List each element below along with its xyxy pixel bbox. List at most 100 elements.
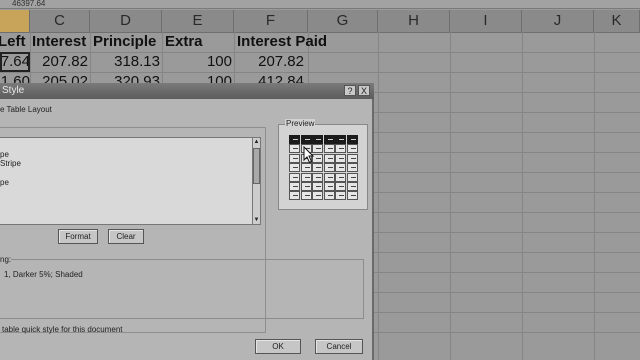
- formula-value: 46397.64: [12, 0, 46, 8]
- preview-cell: [347, 191, 358, 201]
- preview-cell: [335, 163, 347, 173]
- table-element-list[interactable]: pe Stripe pe: [0, 137, 253, 225]
- preview-cell-text: [316, 195, 322, 197]
- header-cell-extra[interactable]: Extra: [165, 32, 235, 52]
- preview-cell-text: [316, 167, 322, 169]
- column-header-e[interactable]: E: [162, 10, 234, 32]
- preview-cell-text: [351, 186, 356, 187]
- preview-cell-text: [293, 167, 298, 169]
- preview-cell: [335, 172, 347, 182]
- preview-cell-text: [293, 176, 298, 178]
- column-header-d[interactable]: D: [90, 10, 162, 32]
- column-header-j[interactable]: J: [522, 10, 594, 32]
- formula-bar[interactable]: 46397.64: [0, 0, 640, 9]
- preview-cell-text: [316, 139, 322, 140]
- preview-cell-text: [316, 176, 322, 178]
- scroll-up-arrow-icon[interactable]: ▲: [253, 138, 260, 146]
- cancel-button[interactable]: Cancel: [315, 339, 363, 354]
- preview-table: [289, 135, 359, 201]
- preview-cell: [300, 182, 312, 191]
- preview-cell-text: [327, 139, 333, 140]
- preview-cell: [323, 182, 335, 191]
- preview-cell: [335, 153, 347, 163]
- preview-cell-text: [304, 139, 310, 140]
- header-cell-principle[interactable]: Principle: [93, 32, 165, 52]
- preview-cell: [347, 182, 358, 191]
- preview-cell: [312, 163, 324, 173]
- preview-cell: [300, 191, 312, 201]
- mouse-pointer-icon: [303, 146, 315, 164]
- scroll-down-arrow-icon[interactable]: ▼: [253, 216, 260, 224]
- preview-cell: [289, 144, 300, 154]
- preview-cell-text: [339, 186, 345, 187]
- preview-cell: [289, 182, 300, 191]
- description-text: 1, Darker 5%; Shaded: [4, 270, 83, 279]
- preview-cell: [323, 172, 335, 182]
- preview-header-cell: [347, 135, 358, 144]
- clear-button[interactable]: Clear: [108, 229, 144, 244]
- cell-principle-1[interactable]: 318.13: [90, 52, 160, 72]
- help-button[interactable]: ?: [344, 85, 356, 96]
- close-button[interactable]: X: [358, 85, 370, 96]
- preview-cell: [335, 182, 347, 191]
- preview-cell: [335, 144, 347, 154]
- preview-cell-text: [304, 176, 310, 178]
- preview-cell-text: [339, 148, 345, 150]
- grid-line: [522, 32, 523, 360]
- column-header-h[interactable]: H: [378, 10, 450, 32]
- header-cell-interest[interactable]: Interest: [32, 32, 92, 52]
- list-scrollbar[interactable]: ▲ ▼: [252, 137, 261, 225]
- format-button[interactable]: Format: [58, 229, 98, 244]
- grid-line: [594, 32, 595, 360]
- grid-line: [450, 32, 451, 360]
- preview-cell: [312, 172, 324, 182]
- column-header-c[interactable]: C: [30, 10, 90, 32]
- preview-cell-text: [293, 148, 298, 150]
- preview-cell: [300, 163, 312, 173]
- list-item[interactable]: Stripe: [0, 159, 21, 168]
- preview-cell-text: [327, 176, 333, 178]
- list-item[interactable]: pe: [0, 178, 9, 187]
- preview-cell-text: [351, 167, 356, 169]
- column-header-g[interactable]: G: [308, 10, 378, 32]
- preview-cell-text: [304, 167, 310, 169]
- column-header-b[interactable]: [0, 10, 30, 32]
- preview-cell-text: [339, 195, 345, 197]
- description-box: ng: 1, Darker 5%; Shaded: [0, 255, 364, 319]
- preview-group: Preview: [278, 119, 368, 210]
- preview-cell-text: [304, 186, 310, 187]
- preview-cell-text: [351, 157, 356, 159]
- preview-cell-text: [327, 148, 333, 150]
- preview-cell-text: [293, 139, 298, 140]
- preview-cell: [347, 172, 358, 182]
- preview-cell: [335, 191, 347, 201]
- preview-cell: [289, 163, 300, 173]
- dialog-titlebar[interactable]: Style ? X: [0, 83, 374, 99]
- preview-cell-text: [339, 139, 345, 140]
- ok-button[interactable]: OK: [255, 339, 301, 354]
- cell-interest-1[interactable]: 207.82: [30, 52, 88, 72]
- preview-cell: [312, 182, 324, 191]
- preview-cell: [323, 163, 335, 173]
- preview-cell: [289, 172, 300, 182]
- column-header-f[interactable]: F: [234, 10, 308, 32]
- preview-header-cell: [312, 135, 324, 144]
- header-cell-left[interactable]: Left: [0, 32, 30, 52]
- set-default-checkbox-label[interactable]: table quick style for this document: [2, 325, 123, 334]
- header-cell-interest-paid[interactable]: Interest Paid: [237, 32, 337, 52]
- cell-interest-paid-1[interactable]: 207.82: [234, 52, 304, 72]
- preview-cell-text: [327, 157, 333, 159]
- preview-cell: [300, 172, 312, 182]
- preview-cell-text: [351, 176, 356, 178]
- list-item[interactable]: pe: [0, 150, 9, 159]
- cell-extra-1[interactable]: 100: [162, 52, 232, 72]
- scroll-thumb[interactable]: [253, 148, 260, 184]
- preview-cell-text: [351, 139, 356, 140]
- column-header-k[interactable]: K: [594, 10, 640, 32]
- description-label: ng:: [0, 255, 12, 264]
- preview-cell: [312, 191, 324, 201]
- preview-header-cell: [323, 135, 335, 144]
- preview-cell-text: [327, 195, 333, 197]
- table-layout-subtitle: e Table Layout: [0, 105, 52, 114]
- column-header-i[interactable]: I: [450, 10, 522, 32]
